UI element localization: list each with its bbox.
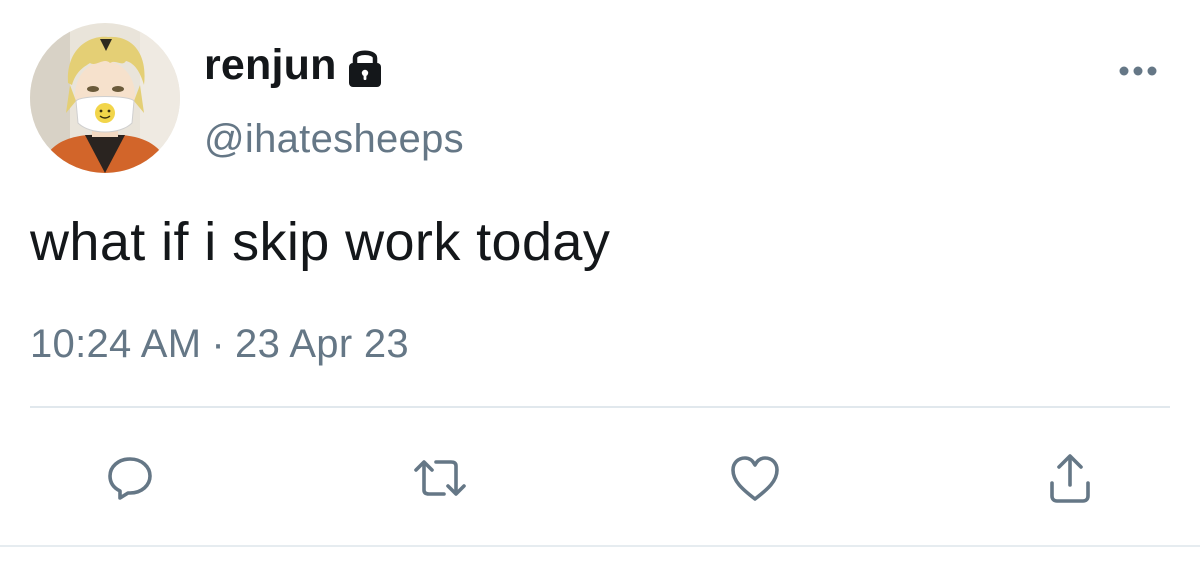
retweet-button[interactable] bbox=[405, 445, 475, 515]
share-icon bbox=[1044, 451, 1096, 510]
display-name-row[interactable]: renjun bbox=[204, 40, 385, 90]
tweet-time: 10:24 AM bbox=[30, 322, 202, 366]
retweet-icon bbox=[410, 452, 470, 509]
share-button[interactable] bbox=[1035, 445, 1105, 515]
display-name[interactable]: renjun bbox=[204, 41, 337, 90]
user-handle[interactable]: @ihatesheeps bbox=[204, 117, 464, 162]
more-options-icon[interactable] bbox=[1118, 64, 1158, 78]
divider bbox=[30, 406, 1170, 408]
avatar[interactable] bbox=[30, 23, 180, 173]
like-icon bbox=[728, 453, 782, 508]
avatar-image bbox=[30, 23, 180, 173]
bottom-divider bbox=[0, 545, 1200, 547]
reply-icon bbox=[104, 452, 156, 509]
lock-icon bbox=[345, 46, 385, 88]
timestamp-separator: · bbox=[211, 322, 226, 366]
tweet-timestamp[interactable]: 10:24 AM · 23 Apr 23 bbox=[30, 322, 409, 367]
tweet-date: 23 Apr 23 bbox=[235, 322, 409, 366]
tweet-card: renjun @ihatesheeps what if i skip work … bbox=[0, 0, 1200, 565]
action-bar bbox=[0, 445, 1200, 515]
like-button[interactable] bbox=[720, 445, 790, 515]
tweet-text: what if i skip work today bbox=[30, 212, 611, 272]
reply-button[interactable] bbox=[95, 445, 165, 515]
